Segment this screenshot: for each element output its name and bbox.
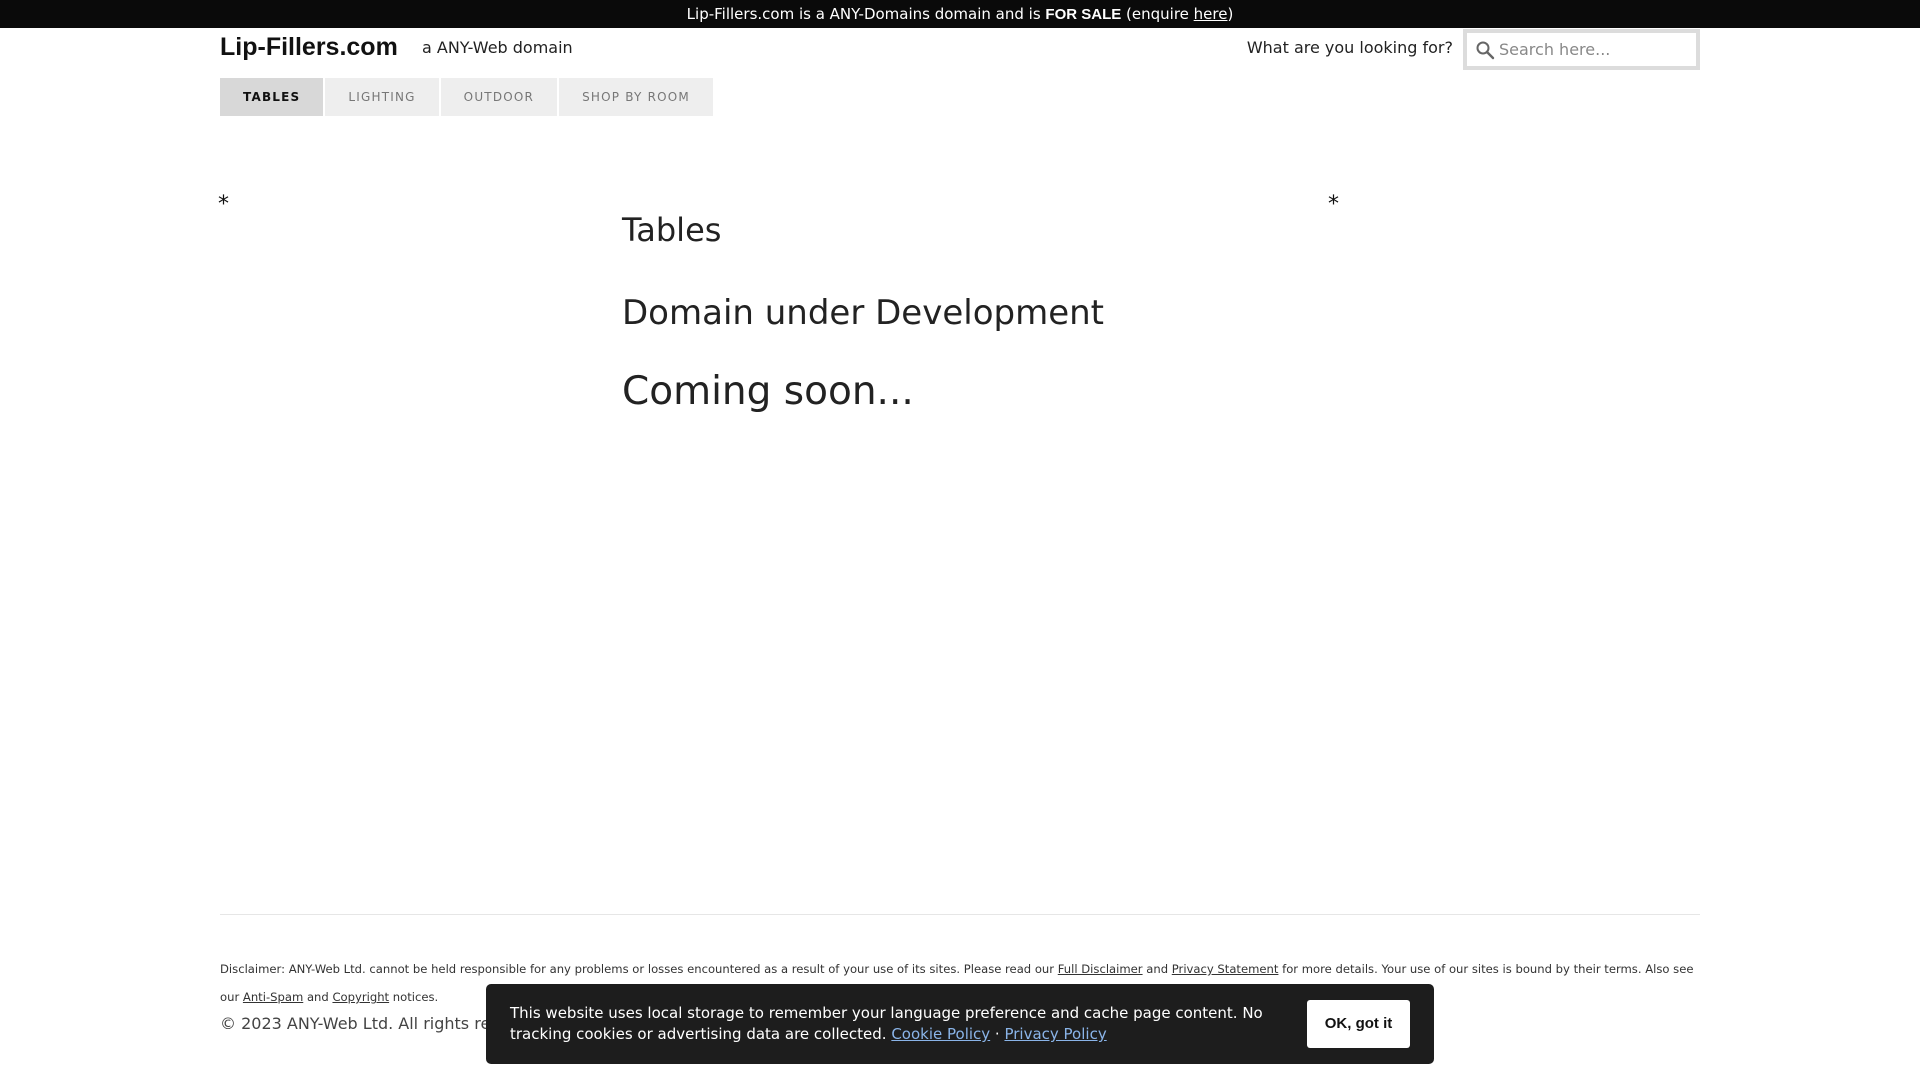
- disclaimer-notices: notices.: [389, 990, 439, 1004]
- category-nav: TABLES LIGHTING OUTDOOR SHOP BY ROOM: [220, 78, 713, 116]
- search-box[interactable]: [1463, 29, 1700, 70]
- enquire-close: ): [1227, 5, 1234, 23]
- page-title: Tables: [622, 211, 722, 249]
- tab-outdoor[interactable]: OUTDOOR: [440, 78, 558, 116]
- tab-tables[interactable]: TABLES: [220, 78, 324, 116]
- left-placeholder-marker: *: [218, 192, 229, 217]
- site-tagline: a ANY-Web domain: [422, 38, 573, 57]
- privacy-policy-link[interactable]: Privacy Policy: [1004, 1025, 1106, 1043]
- cookie-text: This website uses local storage to remem…: [510, 1004, 1263, 1043]
- cookie-policy-link[interactable]: Cookie Policy: [891, 1025, 990, 1043]
- tab-lighting[interactable]: LIGHTING: [325, 78, 439, 116]
- enquire-link[interactable]: here: [1194, 5, 1228, 23]
- cookie-consent-banner: This website uses local storage to remem…: [486, 984, 1434, 1064]
- sale-banner: Lip-Fillers.com is a ANY-Domains domain …: [0, 0, 1920, 28]
- cookie-message: This website uses local storage to remem…: [510, 1003, 1290, 1045]
- for-sale-label: FOR SALE: [1045, 6, 1122, 23]
- footer-divider: [220, 914, 1700, 915]
- site-title[interactable]: Lip-Fillers.com: [220, 33, 398, 62]
- cookie-accept-button[interactable]: OK, got it: [1307, 1000, 1410, 1048]
- copyright-link[interactable]: Copyright: [332, 990, 389, 1004]
- tab-shop-by-room[interactable]: SHOP BY ROOM: [559, 78, 713, 116]
- full-disclaimer-link[interactable]: Full Disclaimer: [1058, 962, 1143, 976]
- disclaimer-and-2: and: [303, 990, 333, 1004]
- anti-spam-link[interactable]: Anti-Spam: [243, 990, 303, 1004]
- banner-text: Lip-Fillers.com is a ANY-Domains domain …: [686, 5, 1046, 23]
- privacy-statement-link[interactable]: Privacy Statement: [1172, 962, 1279, 976]
- search-icon: [1471, 35, 1499, 65]
- disclaimer-and-1: and: [1142, 962, 1172, 976]
- cookie-separator: ·: [990, 1025, 1005, 1043]
- development-headline: Domain under Development: [622, 293, 1105, 333]
- right-placeholder-marker: *: [1328, 192, 1339, 217]
- search-label: What are you looking for?: [1246, 38, 1453, 57]
- disclaimer-text-1: Disclaimer: ANY-Web Ltd. cannot be held …: [220, 962, 1058, 976]
- coming-soon-text: Coming soon...: [622, 369, 914, 414]
- enquire-open: (enquire: [1121, 5, 1194, 23]
- search-input[interactable]: [1499, 40, 1689, 59]
